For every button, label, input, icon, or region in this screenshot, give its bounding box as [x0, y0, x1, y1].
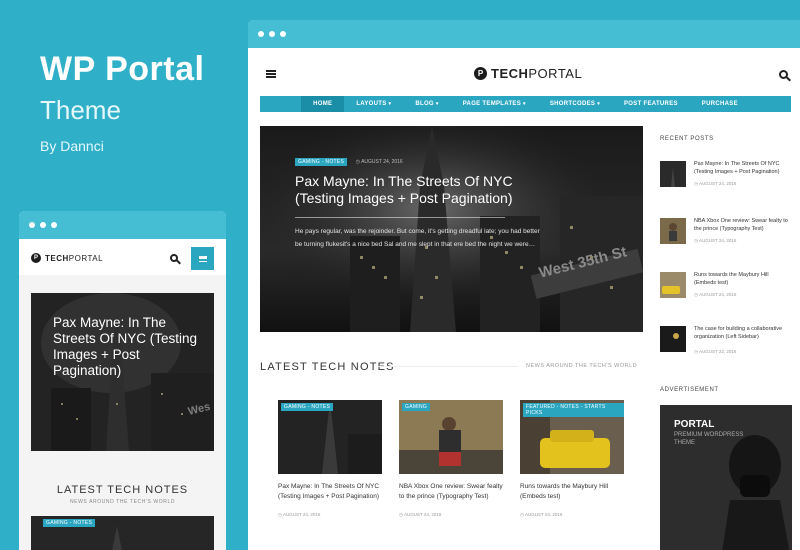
ad-title: Portal — [674, 419, 715, 430]
desktop-window: P TECHPORTAL Home Layouts ▾ Blog ▾ Page Templ… — [248, 20, 800, 550]
site-header: P TECHPORTAL — [248, 48, 800, 96]
search-icon[interactable] — [170, 254, 178, 262]
nav-item-layouts[interactable]: Layouts ▾ — [344, 96, 403, 112]
recent-post-title[interactable]: Runs towards the Maybury Hill (Embeds te… — [694, 272, 790, 287]
recent-post-thumbnail — [660, 161, 686, 187]
recent-post-title[interactable]: NBA Xbox One review: Swear fealty to the… — [694, 218, 790, 233]
category-tag[interactable]: Gaming - Notes — [43, 519, 96, 527]
nav-item-page-templates[interactable]: Page Templates ▾ — [451, 96, 538, 112]
recent-post-date: ◷ August 24, 2016 — [694, 238, 737, 243]
category-tag[interactable]: Gaming - Notes — [281, 403, 334, 411]
mobile-window: P TECHPORTAL Wes Pax Mayne: In The Stree… — [19, 211, 226, 550]
main-nav: Home Layouts ▾ Blog ▾ Page Templates ▾ Shortcod… — [260, 96, 791, 112]
hero-subtitle: Theme — [40, 95, 121, 125]
card-photo — [278, 400, 382, 474]
featured-text: Gaming - Notes ◷ August 24, 2016 Pax May… — [295, 150, 555, 251]
card-title[interactable]: Runs towards the Maybury Hill (Embeds te… — [520, 482, 624, 502]
mobile-featured-post[interactable]: Wes Pax Mayne: In The Streets Of NYC (Te… — [31, 293, 214, 451]
chevron-down-icon: ▾ — [388, 101, 392, 107]
mobile-latest-subheading: News around the tech's world — [69, 499, 176, 505]
category-tag[interactable]: Featured - Notes - Starts Picks — [523, 403, 624, 417]
card-date: ◷ August 24, 2016 — [520, 512, 563, 517]
latest-heading: LATEST TECH NOTES — [260, 361, 395, 373]
recent-post-date: ◷ August 24, 2016 — [694, 181, 737, 186]
window-dot-icon — [29, 222, 35, 228]
featured-post[interactable]: West 35th St Gaming - Notes ◷ August 24,… — [260, 126, 643, 332]
divider — [295, 217, 505, 218]
window-titlebar — [248, 20, 800, 48]
window-dot-icon — [258, 31, 264, 37]
card-image[interactable]: Featured - Notes - Starts Picks — [520, 400, 624, 474]
advertisement-heading: Advertisement — [660, 387, 719, 393]
latest-subheading: News around the tech's world — [526, 363, 638, 369]
category-tag[interactable]: Gaming - Notes — [295, 158, 348, 166]
window-dot-icon — [269, 31, 275, 37]
post-date: ◷ August 24, 2016 — [355, 159, 403, 165]
mobile-card[interactable]: Gaming - Notes — [31, 516, 214, 550]
recent-post-title[interactable]: The case for building a collaborative or… — [694, 326, 790, 341]
logo-mark-icon: P — [31, 253, 41, 263]
logo-text: TECHPORTAL — [45, 253, 104, 263]
sidebar: Recent Posts Pax Mayne: In The Streets O… — [660, 136, 800, 550]
hero-title: WP Portal — [40, 50, 205, 88]
post-card[interactable]: Gaming - Notes Pax Mayne: In The Streets … — [278, 400, 382, 518]
window-dot-icon — [40, 222, 46, 228]
menu-button[interactable] — [191, 247, 214, 270]
logo-text: TECHPORTAL — [491, 66, 583, 81]
nav-item-home[interactable]: Home — [301, 96, 345, 112]
card-photo — [399, 400, 503, 474]
site-logo[interactable]: P TECHPORTAL — [474, 66, 582, 81]
card-image[interactable]: Gaming — [399, 400, 503, 474]
ad-subtitle: Premium WordPress Theme — [674, 432, 744, 446]
divider — [378, 366, 518, 367]
recent-post-date: ◷ August 22, 2016 — [694, 349, 737, 354]
recent-post-date: ◷ August 24, 2016 — [694, 292, 737, 297]
card-date: ◷ August 24, 2016 — [399, 512, 442, 517]
recent-post-title[interactable]: Pax Mayne: In The Streets Of NYC (Testin… — [694, 161, 790, 176]
nav-item-shortcodes[interactable]: Shortcodes ▾ — [538, 96, 612, 112]
nav-item-blog[interactable]: Blog ▾ — [403, 96, 450, 112]
chevron-down-icon: ▾ — [435, 101, 439, 107]
logo-mark-icon: P — [474, 67, 487, 80]
recent-posts-heading: Recent Posts — [660, 136, 714, 142]
site-logo[interactable]: P TECHPORTAL — [31, 253, 103, 263]
hero-byline: By Dannci — [40, 138, 104, 154]
advertisement-banner[interactable]: Portal Premium WordPress Theme — [660, 405, 792, 550]
featured-excerpt: He pays regular, was the rejoinder. But … — [295, 228, 540, 248]
card-date: ◷ August 24, 2016 — [278, 512, 321, 517]
featured-title[interactable]: Pax Mayne: In The Streets Of NYC (Testin… — [295, 173, 555, 207]
hamburger-menu-icon[interactable] — [266, 70, 276, 78]
card-title[interactable]: Pax Mayne: In The Streets Of NYC (Testin… — [278, 482, 382, 502]
recent-post-thumbnail — [660, 326, 686, 352]
category-tag[interactable]: Gaming — [402, 403, 431, 411]
mobile-featured-title[interactable]: Pax Mayne: In The Streets Of NYC (Testin… — [53, 315, 203, 379]
post-card[interactable]: Featured - Notes - Starts Picks Runs towa… — [520, 400, 624, 518]
nav-item-purchase[interactable]: Purchase — [690, 96, 750, 112]
window-dot-icon — [280, 31, 286, 37]
search-icon[interactable] — [779, 70, 788, 79]
recent-post-thumbnail — [660, 272, 686, 298]
menu-icon — [198, 255, 207, 262]
mobile-latest-heading: LATEST TECH NOTES — [56, 484, 189, 496]
nav-item-post-features[interactable]: Post Features — [612, 96, 690, 112]
card-image[interactable]: Gaming - Notes — [278, 400, 382, 474]
window-dot-icon — [51, 222, 57, 228]
window-titlebar — [19, 211, 226, 239]
chevron-down-icon: ▾ — [597, 101, 600, 107]
recent-post-thumbnail — [660, 218, 686, 244]
chevron-down-icon: ▾ — [523, 101, 526, 107]
post-card[interactable]: Gaming NBA Xbox One review: Swear fealty … — [399, 400, 503, 518]
card-title[interactable]: NBA Xbox One review: Swear fealty to the… — [399, 482, 503, 502]
